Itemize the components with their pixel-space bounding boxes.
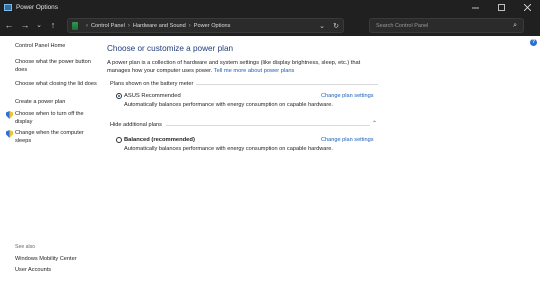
battery-meter-group-label: Plans shown on the battery meter [110, 81, 194, 87]
window-controls [462, 0, 540, 15]
breadcrumb-power-options[interactable]: Power Options [194, 23, 231, 29]
minimize-button[interactable] [462, 0, 488, 15]
sidebar-item-computer-sleeps[interactable]: Change when the computer sleeps [15, 129, 95, 145]
search-icon: ⌕ [513, 22, 517, 29]
main-content: ? Choose or customize a power plan A pow… [100, 36, 540, 285]
sidebar-item-power-button[interactable]: Choose what the power button does [15, 58, 95, 74]
see-also-label: See also [15, 244, 36, 250]
sidebar-item-turn-off-display[interactable]: Choose when to turn off the display [15, 110, 95, 126]
page-description: A power plan is a collection of hardware… [107, 59, 377, 75]
plan-radio-balanced[interactable] [116, 137, 122, 143]
window-body: Control Panel Home Choose what the power… [0, 36, 540, 285]
forward-button[interactable]: → [18, 18, 32, 32]
sidebar-control-panel-home[interactable]: Control Panel Home [15, 42, 65, 50]
page-title: Choose or customize a power plan [107, 44, 234, 53]
chevron-up-icon[interactable]: ⌃ [372, 120, 377, 127]
up-button[interactable]: ↑ [46, 18, 60, 32]
back-button[interactable]: ← [2, 18, 16, 32]
plan-name-asus[interactable]: ASUS Recommended [124, 93, 181, 99]
see-also-mobility-center[interactable]: Windows Mobility Center [15, 255, 77, 263]
sidebar: Control Panel Home Choose what the power… [0, 36, 100, 285]
window-title: Power Options [16, 4, 58, 11]
address-dropdown-icon[interactable]: ⌄ [315, 22, 329, 30]
group-divider [196, 84, 378, 85]
shield-icon [6, 130, 13, 138]
shield-icon [6, 111, 13, 119]
up-arrow-icon: ↑ [50, 20, 56, 30]
group-divider [166, 125, 370, 126]
refresh-icon[interactable]: ↻ [329, 22, 343, 30]
sidebar-item-closing-lid[interactable]: Choose what closing the lid does [15, 80, 99, 88]
breadcrumb-control-panel[interactable]: Control Panel [91, 23, 125, 29]
plan-radio-asus[interactable] [116, 93, 122, 99]
help-icon[interactable]: ? [530, 39, 537, 46]
power-plans-help-link[interactable]: Tell me more about power plans [214, 68, 295, 74]
plan-description-asus: Automatically balances performance with … [124, 102, 333, 108]
navigation-bar: ← → ⌄ ↑ › Control Panel › Hardware and S… [0, 15, 540, 35]
change-plan-settings-asus[interactable]: Change plan settings [321, 93, 374, 99]
plan-description-balanced: Automatically balances performance with … [124, 146, 333, 152]
back-arrow-icon: ← [4, 20, 14, 30]
plan-name-balanced[interactable]: Balanced (recommended) [124, 137, 195, 143]
see-also-user-accounts[interactable]: User Accounts [15, 266, 51, 274]
breadcrumb-chevron-icon: › [127, 22, 130, 29]
forward-arrow-icon: → [20, 20, 30, 30]
close-icon [523, 4, 531, 11]
breadcrumb-chevron-icon: › [86, 22, 88, 29]
address-bar[interactable]: › Control Panel › Hardware and Sound › P… [67, 18, 344, 33]
minimize-icon [471, 7, 479, 9]
chevron-down-icon: ⌄ [36, 22, 42, 29]
title-bar: Power Options [0, 0, 540, 15]
close-button[interactable] [514, 0, 540, 15]
maximize-button[interactable] [488, 0, 514, 15]
power-options-icon [4, 4, 12, 11]
breadcrumb-chevron-icon: › [188, 22, 191, 29]
control-panel-icon [72, 21, 78, 30]
hide-additional-plans-toggle[interactable]: Hide additional plans [110, 122, 162, 128]
sidebar-item-create-plan[interactable]: Create a power plan [15, 98, 99, 106]
recent-locations-button[interactable]: ⌄ [34, 18, 44, 32]
breadcrumb-hardware-and-sound[interactable]: Hardware and Sound [133, 23, 186, 29]
maximize-icon [497, 4, 505, 11]
search-input[interactable]: Search Control Panel ⌕ [369, 18, 524, 33]
search-placeholder: Search Control Panel [376, 22, 429, 29]
change-plan-settings-balanced[interactable]: Change plan settings [321, 137, 374, 143]
